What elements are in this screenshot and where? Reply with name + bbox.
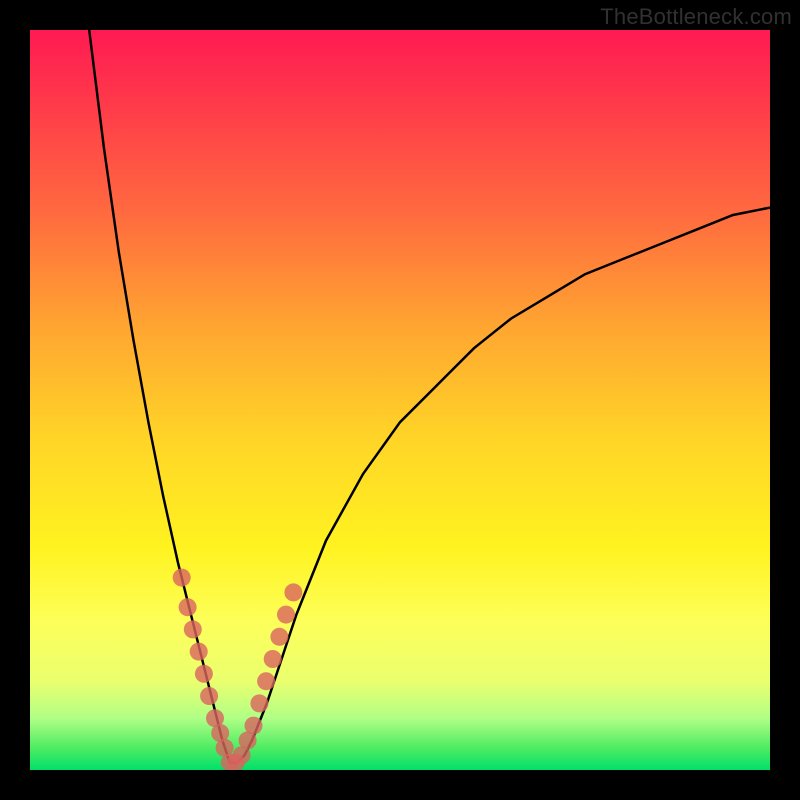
chart-overlay (30, 30, 770, 770)
highlight-dot (257, 672, 275, 690)
highlight-dot (270, 628, 288, 646)
highlight-dot (195, 665, 213, 683)
highlight-dot (284, 583, 302, 601)
watermark-text: TheBottleneck.com (600, 4, 792, 30)
highlight-dot (190, 643, 208, 661)
highlight-dot (173, 569, 191, 587)
highlight-dot (277, 606, 295, 624)
highlight-dots-group (173, 569, 303, 770)
highlight-dot (250, 694, 268, 712)
highlight-dot (264, 650, 282, 668)
chart-frame: TheBottleneck.com (0, 0, 800, 800)
highlight-dot (184, 620, 202, 638)
highlight-dot (179, 598, 197, 616)
highlight-dot (245, 717, 263, 735)
highlight-dot (200, 687, 218, 705)
